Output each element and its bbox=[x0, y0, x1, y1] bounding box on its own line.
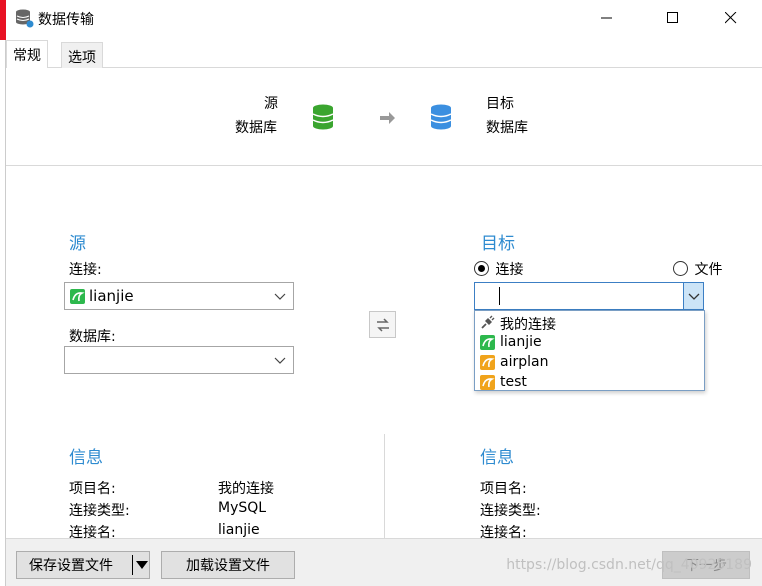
info-left-key-type: 连接类型: bbox=[69, 503, 130, 519]
window-title: 数据传输 bbox=[38, 12, 94, 28]
source-connection-value: lianjie bbox=[89, 287, 134, 305]
dropdown-item-label: 我的连接 bbox=[500, 317, 556, 333]
source-database-icon bbox=[312, 104, 334, 130]
split-divider bbox=[132, 555, 133, 575]
info-left-value-type: MySQL bbox=[218, 500, 267, 516]
header-source-line1: 源 bbox=[264, 96, 278, 112]
dropdown-item-label: airplan bbox=[500, 354, 549, 370]
swap-source-target-button[interactable] bbox=[369, 311, 396, 338]
radio-file-label: 文件 bbox=[694, 262, 723, 278]
info-right-title: 信息 bbox=[480, 448, 514, 468]
info-divider bbox=[384, 434, 385, 538]
target-connection-select[interactable] bbox=[474, 282, 704, 310]
transfer-header: 源 数据库 目标 数据库 bbox=[6, 68, 762, 166]
dropdown-item-my-connection[interactable]: 我的连接 bbox=[475, 313, 704, 333]
info-right-key-project: 项目名: bbox=[480, 481, 527, 497]
mysql-icon bbox=[480, 355, 495, 370]
dropdown-item-label: test bbox=[500, 374, 527, 390]
info-left-value-project: 我的连接 bbox=[218, 481, 274, 497]
target-radio-connection[interactable]: 连接 bbox=[474, 259, 523, 279]
target-connection-dropdown: 我的连接 lianjie airplan test bbox=[474, 310, 705, 391]
header-target-line2: 数据库 bbox=[486, 120, 528, 136]
info-left-value-name: lianjie bbox=[218, 522, 260, 538]
radio-file-indicator[interactable] bbox=[673, 261, 688, 276]
database-transfer-icon bbox=[16, 9, 34, 28]
close-icon bbox=[725, 12, 737, 24]
header-source-line2: 数据库 bbox=[235, 120, 277, 136]
info-left-title: 信息 bbox=[69, 448, 103, 468]
source-database-select[interactable] bbox=[64, 346, 294, 374]
source-section-title: 源 bbox=[69, 234, 86, 254]
info-left-key-project: 项目名: bbox=[69, 481, 116, 497]
dropdown-item-test[interactable]: test bbox=[475, 373, 704, 393]
mysql-icon bbox=[480, 335, 495, 350]
dropdown-arrow-icon[interactable] bbox=[136, 561, 148, 569]
chevron-down-icon bbox=[688, 293, 700, 300]
title-bar: 数据传输 bbox=[6, 0, 762, 38]
dropdown-item-airplan[interactable]: airplan bbox=[475, 353, 704, 373]
dropdown-item-lianjie[interactable]: lianjie bbox=[475, 333, 704, 353]
minimize-button[interactable] bbox=[584, 0, 630, 36]
maximize-icon bbox=[667, 12, 678, 23]
tab-bar: 常规 选项 bbox=[6, 40, 762, 69]
source-database-label: 数据库: bbox=[69, 329, 116, 345]
watermark-text: https://blog.csdn.net/qq_40925189 bbox=[506, 557, 752, 573]
info-right-key-type: 连接类型: bbox=[480, 503, 541, 519]
header-target-line1: 目标 bbox=[486, 96, 514, 112]
minimize-icon bbox=[601, 17, 612, 19]
target-radio-file[interactable]: 文件 bbox=[673, 259, 722, 279]
source-connection-select[interactable]: lianjie bbox=[64, 282, 294, 310]
plug-icon bbox=[481, 315, 495, 329]
maximize-button[interactable] bbox=[650, 0, 696, 36]
tab-general[interactable]: 常规 bbox=[6, 40, 48, 69]
chevron-down-icon bbox=[274, 357, 286, 364]
radio-connection-label: 连接 bbox=[495, 262, 524, 278]
header-source-label: 源 bbox=[264, 92, 278, 116]
mysql-icon bbox=[480, 375, 495, 390]
text-cursor bbox=[499, 287, 500, 305]
arrow-right-icon bbox=[380, 112, 395, 124]
target-section-title: 目标 bbox=[481, 234, 515, 254]
footer-bar: 保存设置文件 加载设置文件 下一步 https://blog.csdn.net/… bbox=[6, 538, 762, 586]
save-settings-button[interactable]: 保存设置文件 bbox=[16, 551, 150, 579]
dropdown-item-label: lianjie bbox=[500, 334, 542, 350]
target-database-icon bbox=[430, 104, 452, 130]
save-settings-label: 保存设置文件 bbox=[29, 558, 113, 574]
close-button[interactable] bbox=[708, 0, 754, 36]
swap-icon bbox=[376, 317, 389, 332]
radio-connection-indicator[interactable] bbox=[474, 261, 489, 276]
source-connection-label: 连接: bbox=[69, 262, 102, 278]
chevron-down-icon bbox=[274, 293, 286, 300]
tab-options[interactable]: 选项 bbox=[61, 42, 103, 68]
mysql-icon bbox=[70, 289, 85, 304]
target-dropdown-toggle[interactable] bbox=[683, 283, 703, 309]
load-settings-button[interactable]: 加载设置文件 bbox=[161, 551, 295, 579]
